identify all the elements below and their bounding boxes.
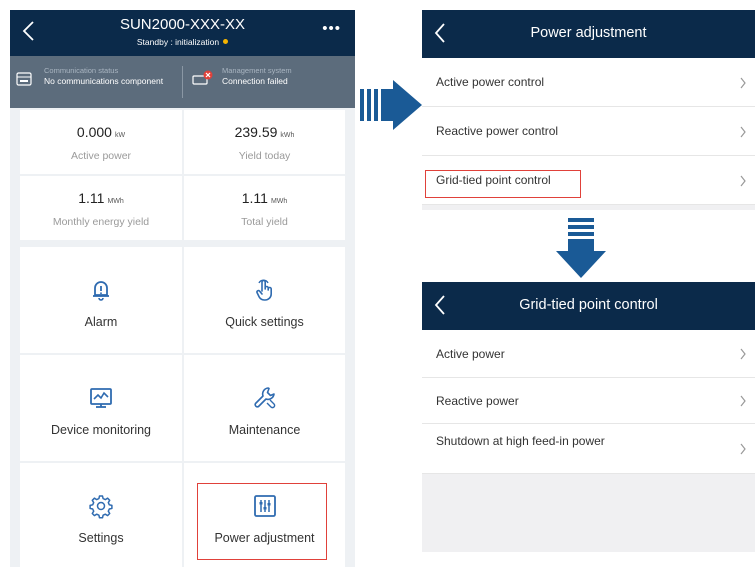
- stat-unit: MWh: [107, 198, 124, 205]
- device-status-text: Standby : initialization: [136, 37, 220, 47]
- tile-quick-settings[interactable]: Quick settings: [184, 247, 345, 353]
- tile-settings[interactable]: Settings: [20, 463, 182, 567]
- stat-label: Active power: [70, 150, 132, 162]
- tile-label: Maintenance: [228, 423, 301, 437]
- stat-value: 0.000: [76, 124, 112, 140]
- grid-tied-header: Grid-tied point control: [422, 282, 755, 330]
- gear-icon: [89, 495, 113, 519]
- list-item-active-power[interactable]: Active power: [422, 330, 755, 378]
- list-item-label: Reactive power: [436, 394, 519, 408]
- management-system-label: Management system: [222, 66, 292, 75]
- connection-status-bar: Communication status No communications c…: [10, 56, 355, 108]
- device-header: SUN2000-XXX-XX Standby : initialization …: [10, 10, 355, 56]
- chevron-right-icon: [740, 77, 746, 89]
- stat-value: 1.11: [241, 190, 268, 206]
- list-item-label: Active power control: [436, 75, 545, 89]
- management-system-status[interactable]: Management system Connection failed: [186, 66, 346, 102]
- tile-label: Device monitoring: [50, 423, 152, 437]
- status-dot-icon: [223, 39, 229, 44]
- list-item-active-power-control[interactable]: Active power control: [422, 58, 755, 107]
- device-home-screen: SUN2000-XXX-XX Standby : initialization …: [10, 10, 355, 567]
- chevron-right-icon: [740, 348, 746, 360]
- page-title: Grid-tied point control: [519, 297, 658, 313]
- arrow-right-icon: [360, 80, 422, 130]
- device-status: Standby : initialization: [10, 37, 355, 47]
- list-item-label: Reactive power control: [436, 124, 559, 138]
- list-item-shutdown-at-high-feed-in-power[interactable]: Shutdown at high feed-in power: [422, 424, 755, 474]
- stat-monthly-energy-yield: 1.11 MWh Monthly energy yield: [20, 176, 182, 240]
- tile-label: Alarm: [84, 315, 118, 329]
- communication-card-icon: [16, 72, 32, 86]
- cloud-error-icon: [192, 70, 213, 85]
- tile-maintenance[interactable]: Maintenance: [184, 355, 345, 461]
- stat-unit: kW: [114, 132, 126, 139]
- device-title: SUN2000-XXX-XX: [119, 16, 246, 33]
- stat-unit: kWh: [280, 132, 295, 139]
- wrench-icon: [253, 387, 275, 409]
- chevron-right-icon: [740, 395, 746, 407]
- hand-pointer-icon: [255, 279, 272, 301]
- tile-device-monitoring[interactable]: Device monitoring: [20, 355, 182, 461]
- power-adjustment-header: Power adjustment: [422, 10, 755, 58]
- list-item-label: Active power: [436, 347, 505, 361]
- more-menu-icon[interactable]: •••: [322, 20, 341, 37]
- stat-yield-today: 239.59 kWh Yield today: [184, 110, 345, 174]
- stat-total-yield: 1.11 MWh Total yield: [184, 176, 345, 240]
- communication-status-value: No communications component: [44, 76, 164, 86]
- tile-label: Settings: [78, 531, 124, 545]
- highlight-box-power-adjustment: [197, 483, 327, 560]
- list-item-reactive-power[interactable]: Reactive power: [422, 378, 755, 424]
- stat-active-power: 0.000 kW Active power: [20, 110, 182, 174]
- power-adjustment-screen: Power adjustment Active power control Re…: [422, 10, 755, 210]
- chevron-right-icon: [740, 126, 746, 138]
- grid-tied-point-control-screen: Grid-tied point control Active power Rea…: [422, 282, 755, 552]
- stat-unit: MWh: [270, 198, 288, 205]
- tile-label: Quick settings: [225, 315, 304, 329]
- stat-value: 239.59: [234, 124, 278, 140]
- communication-status-label: Communication status: [44, 66, 119, 75]
- tile-alarm[interactable]: Alarm: [20, 247, 182, 353]
- status-divider: [182, 66, 183, 98]
- stat-label: Monthly energy yield: [52, 216, 150, 228]
- arrow-down-icon: [556, 218, 606, 278]
- stat-label: Total yield: [241, 216, 288, 228]
- stat-value: 1.11: [78, 190, 105, 206]
- highlight-box-grid-tied-point-control: [425, 170, 581, 198]
- chevron-right-icon: [740, 175, 746, 187]
- monitor-chart-icon: [90, 388, 112, 408]
- chevron-right-icon: [740, 443, 746, 455]
- page-title: Power adjustment: [530, 25, 647, 41]
- bell-alert-icon: [93, 281, 109, 301]
- management-system-value: Connection failed: [222, 76, 288, 86]
- stat-label: Yield today: [238, 150, 291, 162]
- list-item-reactive-power-control[interactable]: Reactive power control: [422, 107, 755, 156]
- communication-status: Communication status No communications c…: [16, 66, 176, 102]
- list-item-label: Shutdown at high feed-in power: [436, 434, 605, 448]
